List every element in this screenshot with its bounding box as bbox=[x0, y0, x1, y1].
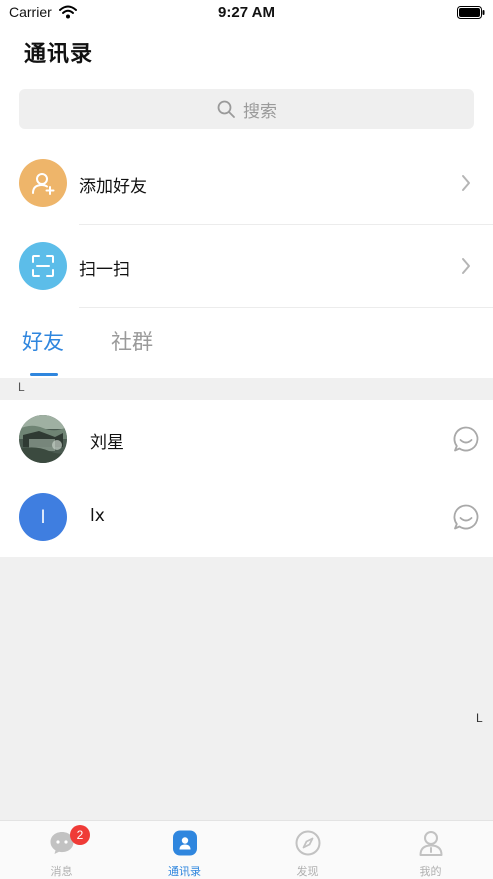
avatar: l bbox=[19, 493, 67, 541]
add-friend-icon-circle bbox=[19, 159, 67, 207]
search-placeholder: 搜索 bbox=[243, 101, 277, 122]
tab-groups[interactable]: 社群 bbox=[111, 326, 153, 356]
profile-icon bbox=[419, 831, 443, 856]
add-user-icon bbox=[32, 173, 55, 195]
avatar-photo bbox=[19, 415, 67, 463]
tab-discover[interactable]: 发现 bbox=[246, 821, 369, 879]
tab-bar: 2 消息 通讯录 发现 我的 bbox=[0, 820, 493, 879]
tab-contacts[interactable]: 通讯录 bbox=[123, 821, 246, 879]
section-header: L bbox=[0, 378, 493, 400]
chat-bubble-icon[interactable] bbox=[452, 425, 480, 453]
status-bar: Carrier 9:27 AM bbox=[0, 0, 493, 26]
add-friend-row[interactable]: 添加好友 bbox=[0, 142, 493, 224]
tab-label: 我的 bbox=[419, 865, 442, 878]
contact-row[interactable]: l lx bbox=[0, 478, 493, 556]
search-bar[interactable]: 搜索 bbox=[19, 89, 474, 129]
page-title: 通讯录 bbox=[24, 42, 94, 67]
chevron-right-icon bbox=[462, 175, 470, 191]
unread-badge: 2 bbox=[70, 825, 90, 845]
tab-active-indicator bbox=[30, 373, 58, 376]
tab-messages[interactable]: 2 消息 bbox=[0, 821, 123, 879]
tab-label: 消息 bbox=[50, 865, 73, 878]
scan-row[interactable]: 扫一扫 bbox=[0, 225, 493, 307]
tab-label: 发现 bbox=[296, 865, 319, 878]
tab-friends[interactable]: 好友 bbox=[22, 326, 64, 356]
tab-label: 通讯录 bbox=[168, 865, 201, 878]
tab-profile[interactable]: 我的 bbox=[369, 821, 492, 879]
divider bbox=[79, 307, 493, 308]
chat-bubble-icon[interactable] bbox=[452, 503, 480, 531]
search-icon bbox=[217, 100, 235, 118]
scan-icon-circle bbox=[19, 242, 67, 290]
compass-icon bbox=[295, 830, 321, 856]
scan-label: 扫一扫 bbox=[79, 260, 130, 280]
index-bar-letter[interactable]: L bbox=[476, 711, 483, 725]
add-friend-label: 添加好友 bbox=[79, 177, 147, 197]
chevron-right-icon bbox=[462, 258, 470, 274]
avatar bbox=[19, 415, 67, 463]
contact-name: 刘星 bbox=[90, 433, 124, 453]
scan-icon bbox=[32, 255, 54, 277]
contact-row[interactable]: 刘星 bbox=[0, 400, 493, 478]
contact-list: 刘星 l lx bbox=[0, 400, 493, 557]
contact-name: lx bbox=[90, 506, 105, 526]
contacts-icon bbox=[173, 830, 197, 856]
section-letter: L bbox=[18, 380, 25, 394]
battery-icon bbox=[457, 6, 485, 19]
clock: 9:27 AM bbox=[218, 4, 275, 21]
